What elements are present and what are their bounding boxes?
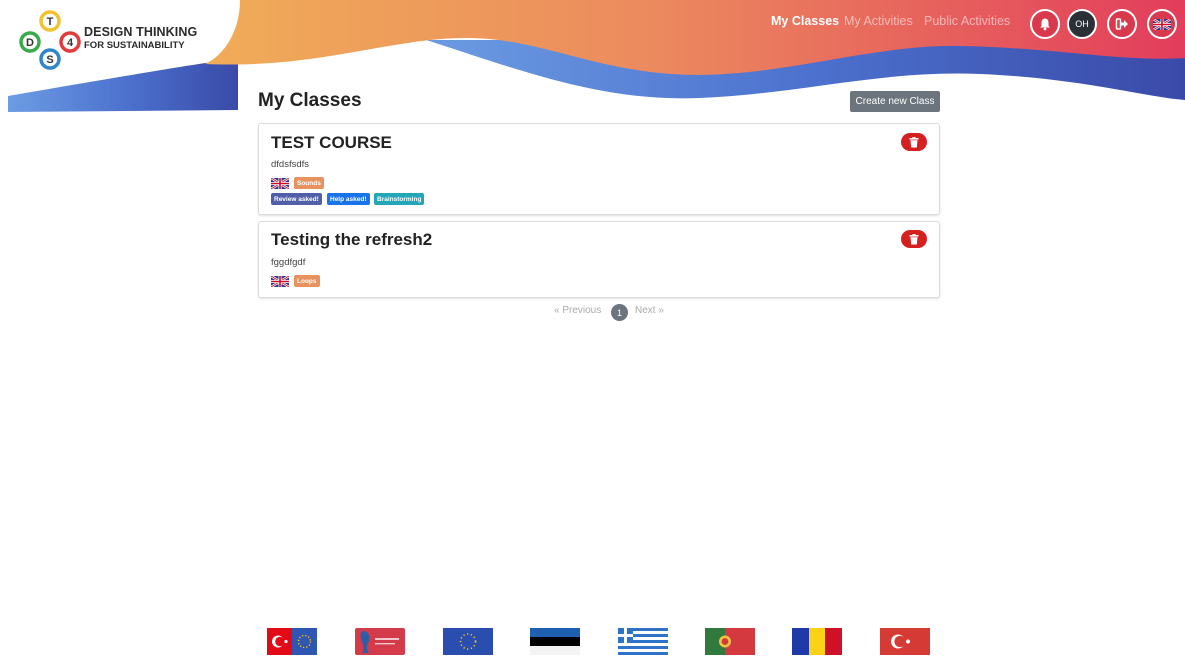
nav-public-activities[interactable]: Public Activities [924, 14, 1010, 28]
estonia-flag [530, 628, 580, 655]
brand-line-1: DESIGN THINKING [84, 25, 198, 39]
pagination-page-1[interactable]: 1 [611, 304, 628, 321]
trash-icon [909, 136, 919, 147]
status-badge-review: Review asked! [271, 193, 322, 205]
bell-icon [1040, 18, 1050, 31]
nav-my-classes[interactable]: My Classes [771, 14, 839, 28]
notifications-button[interactable] [1030, 9, 1060, 39]
class-title[interactable]: TEST COURSE [271, 133, 392, 153]
delete-class-button[interactable] [901, 133, 927, 151]
uk-flag-icon [271, 178, 289, 189]
uk-flag-icon [271, 276, 289, 287]
romania-flag [792, 628, 842, 655]
logo-letter-4: 4 [67, 37, 74, 49]
create-class-button[interactable]: Create new Class [850, 91, 940, 112]
uk-flag-icon [1153, 18, 1171, 30]
class-card[interactable]: TEST COURSE dfdsfsdfs Sounds Review aske… [258, 123, 940, 215]
user-avatar-button[interactable]: OH [1067, 9, 1097, 39]
portugal-flag [705, 628, 755, 655]
class-description: fggdfgdf [271, 257, 306, 268]
class-card[interactable]: Testing the refresh2 fggdfgdf Loops [258, 221, 940, 298]
pagination-next[interactable]: Next » [635, 305, 664, 316]
delete-class-button[interactable] [901, 230, 927, 248]
language-button[interactable] [1147, 9, 1177, 39]
nav-my-activities[interactable]: My Activities [844, 14, 913, 28]
greece-flag [618, 628, 668, 655]
brand-name: DESIGN THINKING FOR SUSTAINABILITY [84, 26, 197, 52]
avatar-initials: OH [1075, 19, 1089, 29]
topic-tag: Loops [294, 275, 320, 287]
status-badge-help: Help asked! [327, 193, 370, 205]
logo-letter-s: S [46, 54, 53, 66]
logo-icon: T D 4 S [19, 10, 81, 70]
topic-tag: Sounds [294, 177, 324, 189]
turkey-eu-flag [267, 628, 317, 655]
pagination-previous[interactable]: « Previous [554, 305, 601, 316]
page-title: My Classes [258, 90, 362, 111]
logout-icon [1115, 18, 1128, 30]
status-badge-brainstorming: Brainstorming [374, 193, 425, 205]
logo-letter-d: D [26, 37, 34, 49]
class-title[interactable]: Testing the refresh2 [271, 230, 432, 250]
logo-letter-t: T [47, 16, 54, 28]
eu-flag [443, 628, 493, 655]
class-description: dfdsfsdfs [271, 159, 310, 170]
logout-button[interactable] [1107, 9, 1137, 39]
brand-line-2: FOR SUSTAINABILITY [84, 40, 185, 51]
partner-logo [355, 628, 405, 655]
turkey-flag [880, 628, 930, 655]
trash-icon [909, 233, 919, 244]
